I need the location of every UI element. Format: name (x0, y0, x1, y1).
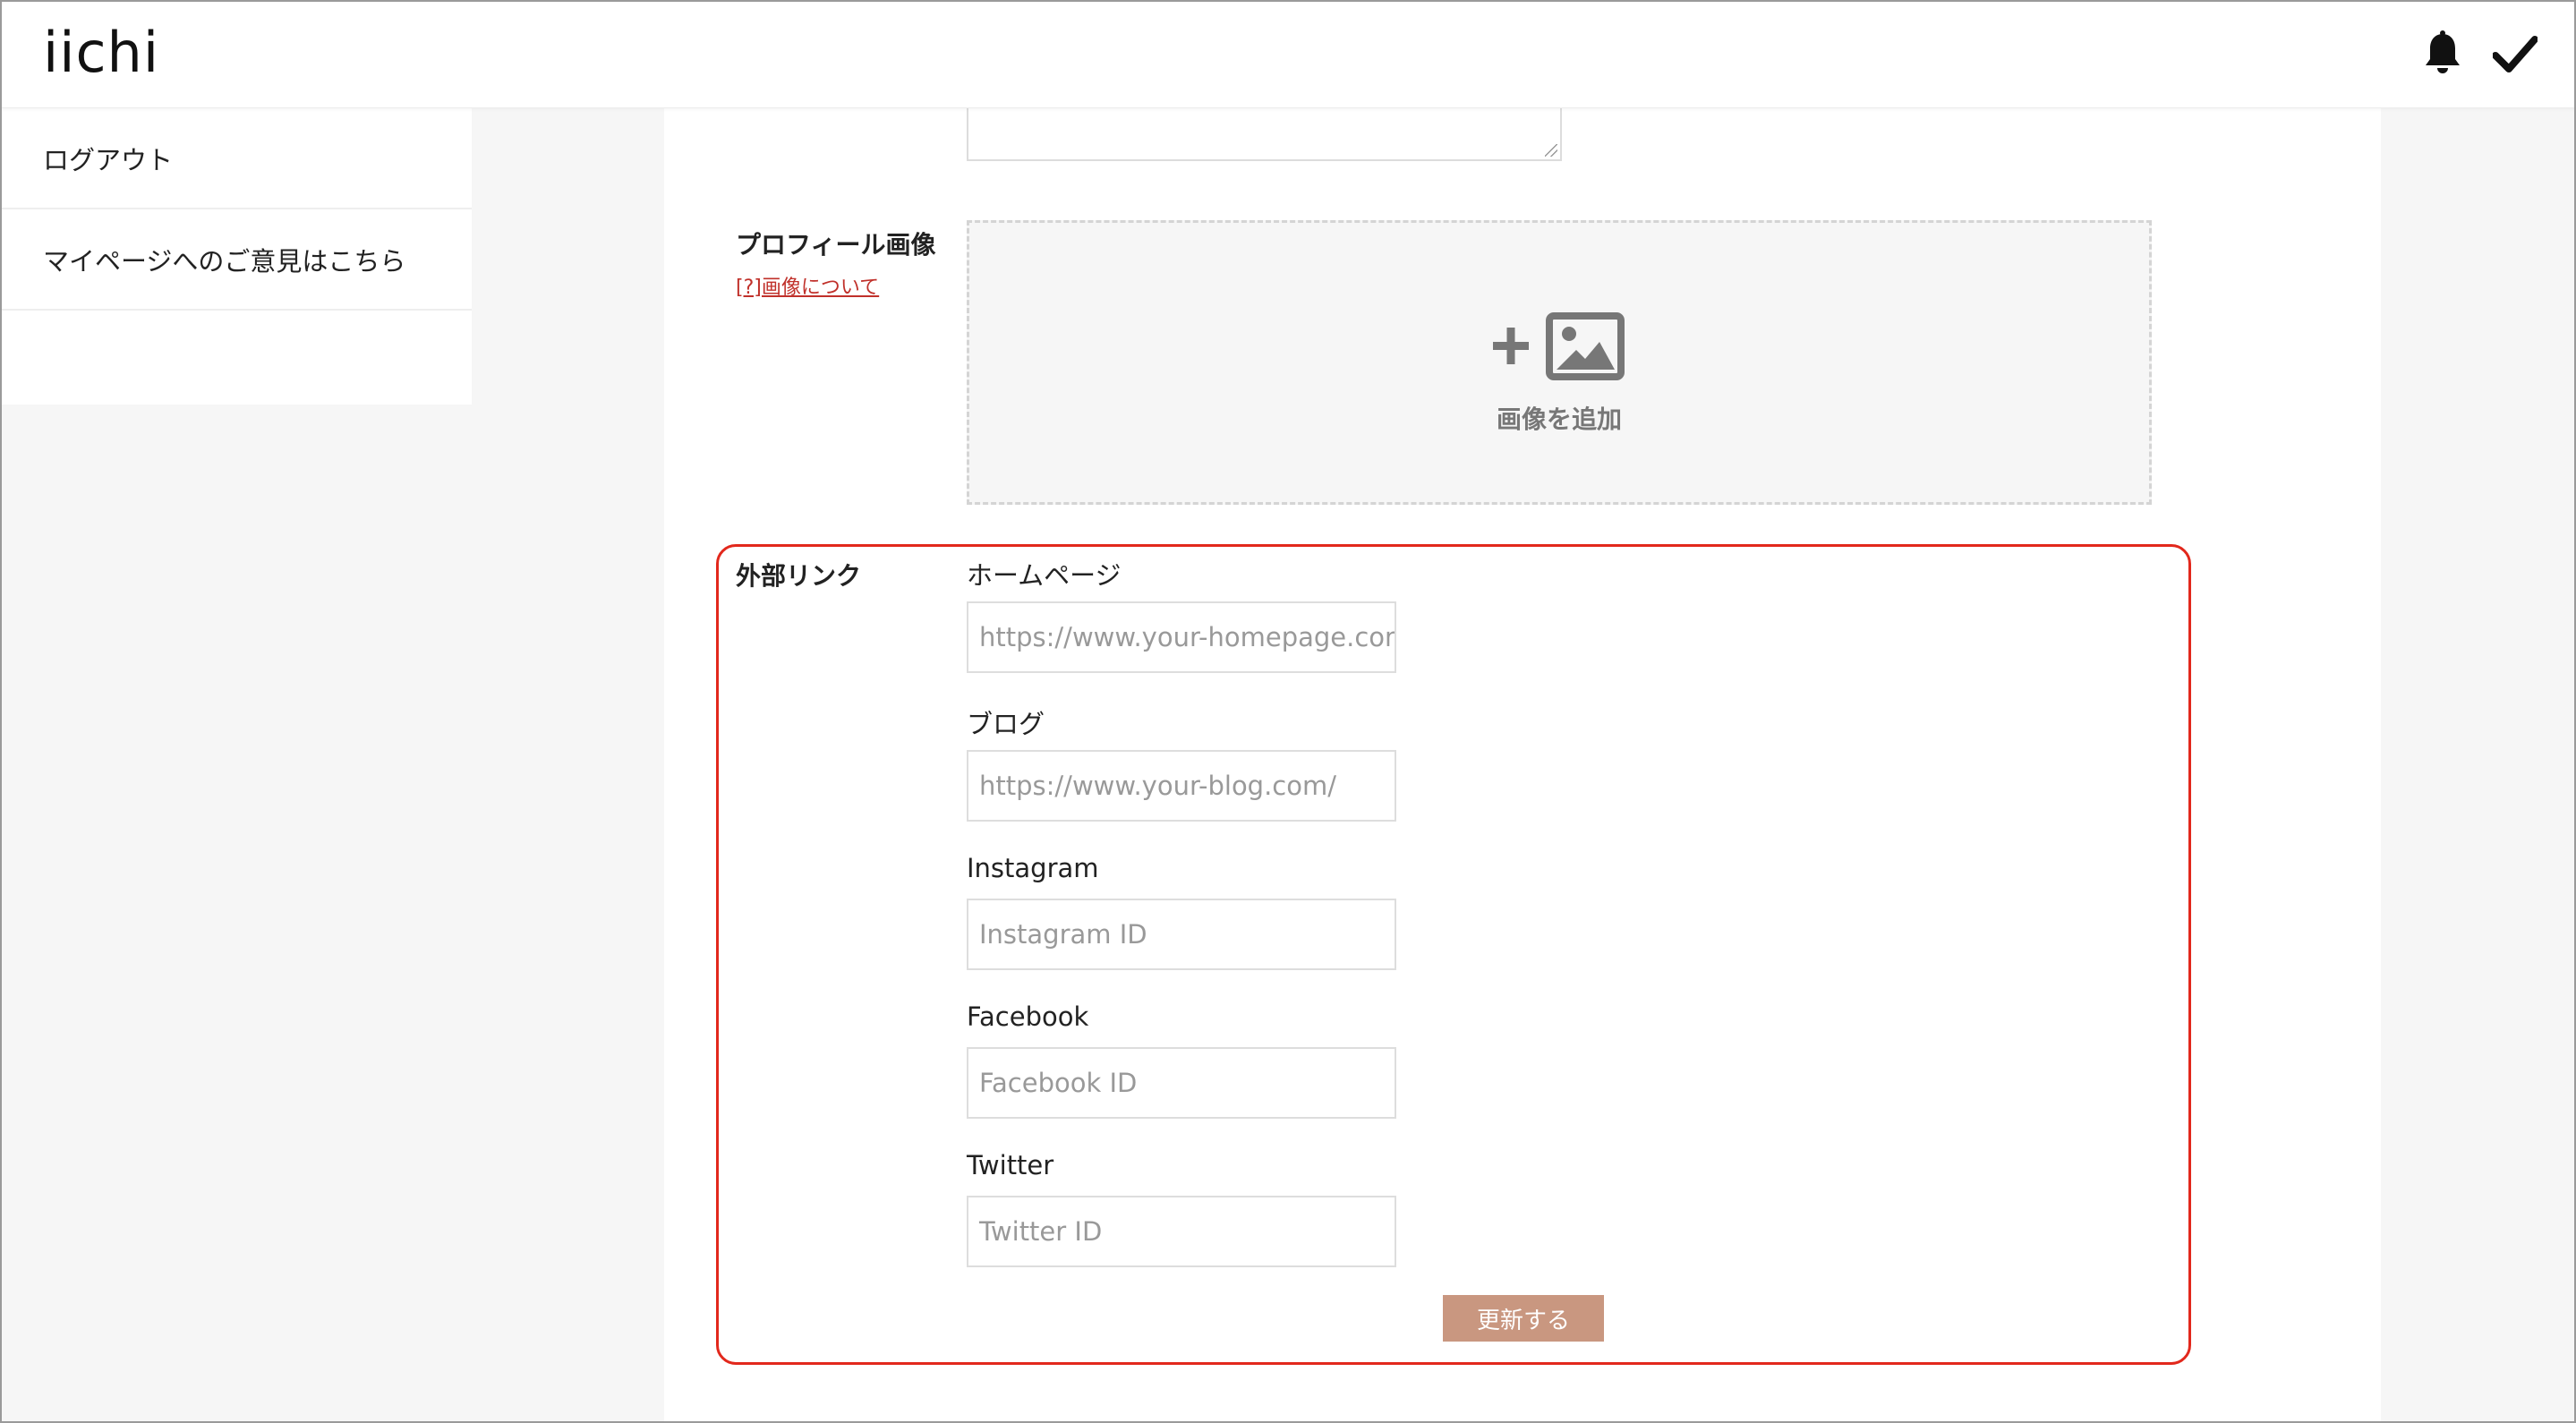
facebook-input[interactable]: Facebook ID (967, 1047, 1396, 1119)
blog-input[interactable]: https://www.your-blog.com/ (967, 750, 1396, 822)
external-links-highlight (716, 544, 2191, 1365)
twitter-label: Twitter (967, 1150, 1054, 1180)
homepage-label: ホームページ (967, 560, 1122, 591)
image-help-link[interactable]: [?]画像について (736, 271, 879, 300)
twitter-input[interactable]: Twitter ID (967, 1196, 1396, 1267)
sidebar-menu: ログアウト マイページへのご意見はこちら (2, 108, 472, 405)
instagram-label: Instagram (967, 853, 1099, 883)
sidebar-item-empty (2, 311, 472, 412)
update-button[interactable]: 更新する (1443, 1295, 1604, 1342)
site-logo[interactable]: iichi (43, 20, 159, 85)
homepage-input[interactable]: https://www.your-homepage.com (967, 601, 1396, 673)
resize-handle-icon[interactable] (1545, 144, 1557, 157)
top-header: iichi (0, 0, 2576, 108)
blog-label: ブログ (967, 709, 1045, 739)
add-image-label: 画像を追加 (1496, 405, 1622, 434)
add-image-icon (1493, 312, 1625, 380)
facebook-label: Facebook (967, 1001, 1089, 1032)
sidebar-item-label: マイページへのご意見はこちら (43, 245, 406, 277)
instagram-input[interactable]: Instagram ID (967, 899, 1396, 970)
sidebar-item-label: ログアウト (43, 144, 174, 175)
profile-image-label: プロフィール画像 (736, 230, 936, 260)
sidebar-item-logout[interactable]: ログアウト (2, 108, 472, 209)
sidebar-item-feedback[interactable]: マイページへのご意見はこちら (2, 209, 472, 311)
check-icon[interactable] (2493, 34, 2538, 73)
bell-icon[interactable] (2421, 30, 2464, 77)
image-dropzone[interactable]: 画像を追加 (967, 220, 2152, 505)
external-links-label: 外部リンク (736, 561, 862, 591)
